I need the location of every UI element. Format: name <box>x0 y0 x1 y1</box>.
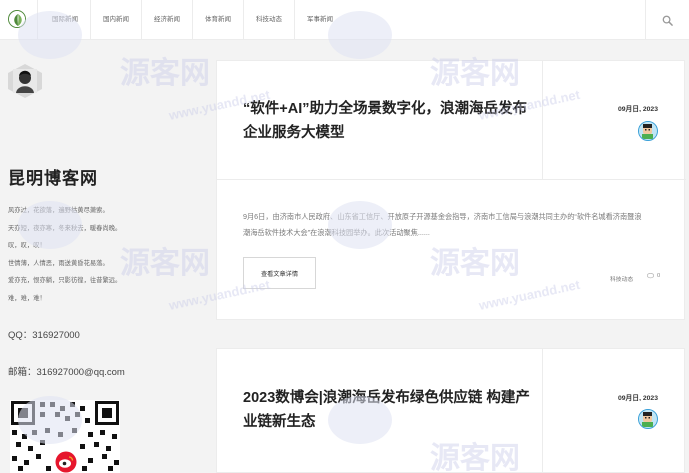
site-avatar[interactable] <box>8 64 42 98</box>
post-card: “软件+AI”助力全场景数字化，浪潮海岳发布企业服务大模型 09月日, 2023… <box>216 60 686 320</box>
contact-email: 邮箱：316927000@qq.com <box>8 367 125 378</box>
post-category[interactable]: 科技动态 <box>610 274 633 283</box>
post-date: 09月日, 2023 <box>617 395 658 402</box>
weibo-icon <box>53 449 79 473</box>
post-card: 2023数博会|浪潮海岳发布绿色供应链 构建产业链新生态 09月日, 2023 <box>216 348 685 473</box>
motto-line: 世情薄，人情恶，雨送黄昏花易落。 <box>8 259 109 267</box>
search-button[interactable] <box>645 0 689 40</box>
motto-line: 叹，叹，叹！ <box>8 242 46 249</box>
post-comments[interactable]: 0 <box>647 273 660 279</box>
motto-line: 风亦过，花欲落，遍野枯黄尽萧索。 <box>8 207 109 214</box>
post-date: 09月日, 2023 <box>617 106 658 113</box>
card-divider <box>217 179 686 180</box>
main-nav: 国际新闻 国内新闻 经济新闻 体育新闻 科技动态 军事新闻 <box>37 0 345 40</box>
post-title[interactable]: 2023数博会|浪潮海岳发布绿色供应链 构建产业链新生态 <box>243 386 533 434</box>
motto-line: 天亦短，夜亦寒，冬来秋去，暖春尚晚。 <box>8 224 122 232</box>
nav-item-military[interactable]: 军事新闻 <box>294 0 345 40</box>
top-navbar: 国际新闻 国内新闻 经济新闻 体育新闻 科技动态 军事新闻 <box>0 0 689 40</box>
nav-item-sports[interactable]: 体育新闻 <box>192 0 243 40</box>
motto-line: 难，难，难！ <box>8 294 46 302</box>
nav-item-economy[interactable]: 经济新闻 <box>141 0 192 40</box>
post-excerpt: 9月6日，由济南市人民政府、山东省工信厅、开放原子开源基金会指导，济南市工信局与… <box>243 212 642 237</box>
motto-line: 爱亦充，恨亦躺，只影彷徨，往昔繁远。 <box>8 277 122 284</box>
comment-count: 0 <box>657 273 661 279</box>
author-avatar[interactable] <box>638 121 658 141</box>
author-avatar[interactable] <box>638 409 658 429</box>
search-icon <box>662 15 673 26</box>
nav-item-domestic[interactable]: 国内新闻 <box>90 0 141 40</box>
post-title[interactable]: “软件+AI”助力全场景数字化，浪潮海岳发布企业服务大模型 <box>243 97 533 145</box>
read-more-button[interactable]: 查看文章详情 <box>243 257 316 289</box>
card-divider <box>542 61 543 179</box>
nav-item-international[interactable]: 国际新闻 <box>37 0 90 40</box>
comment-icon <box>647 273 654 279</box>
contact-qq: QQ：316927000 <box>8 330 80 341</box>
nav-item-tech[interactable]: 科技动态 <box>243 0 294 40</box>
leaf-logo-icon[interactable] <box>8 10 26 28</box>
motto-text: 风亦过，花欲落，遍野枯黄尽萧索。 天亦短，夜亦寒，冬来秋去，暖春尚晚。 叹，叹，… <box>8 205 121 310</box>
site-title: 昆明博客网 <box>8 169 98 188</box>
card-divider <box>542 349 543 473</box>
